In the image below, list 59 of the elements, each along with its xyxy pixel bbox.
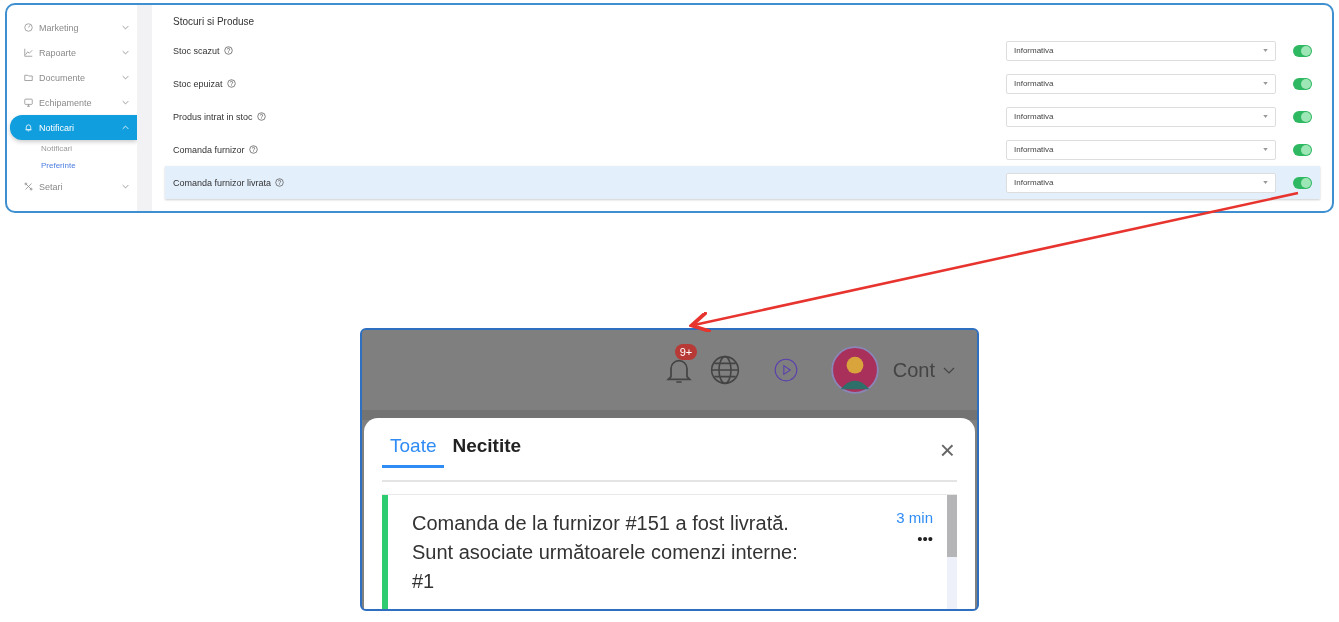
help-icon[interactable] <box>275 178 285 187</box>
section-title: Stocuri si Produse <box>172 15 256 29</box>
sidebar-subitem[interactable]: Notificari <box>7 140 137 157</box>
caret-icon <box>1263 82 1268 85</box>
caret-icon <box>1263 181 1268 184</box>
chevron-icon <box>122 125 129 130</box>
sidebar-item[interactable]: Notificari <box>10 115 137 140</box>
gauge-icon <box>24 23 33 32</box>
help-icon[interactable] <box>248 145 258 154</box>
chevron-icon <box>122 25 129 30</box>
level-select[interactable]: Informativa <box>1006 139 1276 160</box>
notification-message: Comanda de la furnizor #151 a fost livrată. Sunt asociate următoarele comenzi interne: #1 <box>412 511 799 594</box>
sidebar-item[interactable]: Echipamente <box>10 90 137 115</box>
setting-label: Produs intrat in stoc <box>173 111 253 122</box>
sidebar-item[interactable]: Documente <box>10 65 137 90</box>
chevron-icon <box>122 50 129 55</box>
notification-badge: 9+ <box>674 344 698 360</box>
sidebar-item[interactable]: Marketing <box>10 15 137 40</box>
help-icon[interactable] <box>223 46 233 55</box>
caret-icon <box>1263 115 1268 118</box>
toggle-switch[interactable] <box>1293 44 1312 57</box>
setting-label: Stoc scazut <box>173 45 220 56</box>
scrollbar[interactable] <box>947 495 957 609</box>
toggle-switch[interactable] <box>1293 77 1312 90</box>
tab[interactable]: Necitite <box>444 435 530 468</box>
setting-label: Stoc epuizat <box>173 78 223 89</box>
level-select[interactable]: Informativa <box>1006 106 1276 127</box>
monitor-icon <box>24 98 33 107</box>
chart-icon <box>24 48 33 57</box>
play-icon[interactable] <box>772 357 799 383</box>
tools-icon <box>24 182 33 191</box>
account-menu[interactable]: Cont <box>892 358 955 382</box>
folder-icon <box>24 73 33 82</box>
toggle-switch[interactable] <box>1293 110 1312 123</box>
level-select[interactable]: Informativa <box>1006 172 1276 193</box>
help-icon[interactable] <box>256 112 266 121</box>
chevron-icon <box>943 366 955 374</box>
help-icon[interactable] <box>226 79 236 88</box>
sidebar-item[interactable]: Rapoarte <box>10 40 137 65</box>
caret-icon <box>1263 148 1268 151</box>
more-button[interactable]: ••• <box>917 530 933 547</box>
sidebar-subitem[interactable]: Preferinte <box>7 157 137 174</box>
toggle-switch[interactable] <box>1293 143 1312 156</box>
toggle-switch[interactable] <box>1293 176 1312 189</box>
level-select[interactable]: Informativa <box>1006 40 1276 61</box>
chevron-icon <box>122 75 129 80</box>
sidebar-item[interactable]: Setari <box>10 174 137 199</box>
close-button[interactable]: × <box>937 435 957 466</box>
setting-label: Comanda furnizor <box>173 144 245 155</box>
bell-icon <box>24 123 33 132</box>
notification-time: 3 min <box>896 509 933 526</box>
caret-icon <box>1263 49 1268 52</box>
avatar[interactable] <box>830 346 879 394</box>
chevron-icon <box>122 184 129 189</box>
tab[interactable]: Toate <box>382 435 445 468</box>
setting-label: Comanda furnizor livrata <box>173 177 272 188</box>
globe-icon[interactable] <box>708 354 741 386</box>
chevron-icon <box>122 100 129 105</box>
level-select[interactable]: Informativa <box>1006 73 1276 94</box>
